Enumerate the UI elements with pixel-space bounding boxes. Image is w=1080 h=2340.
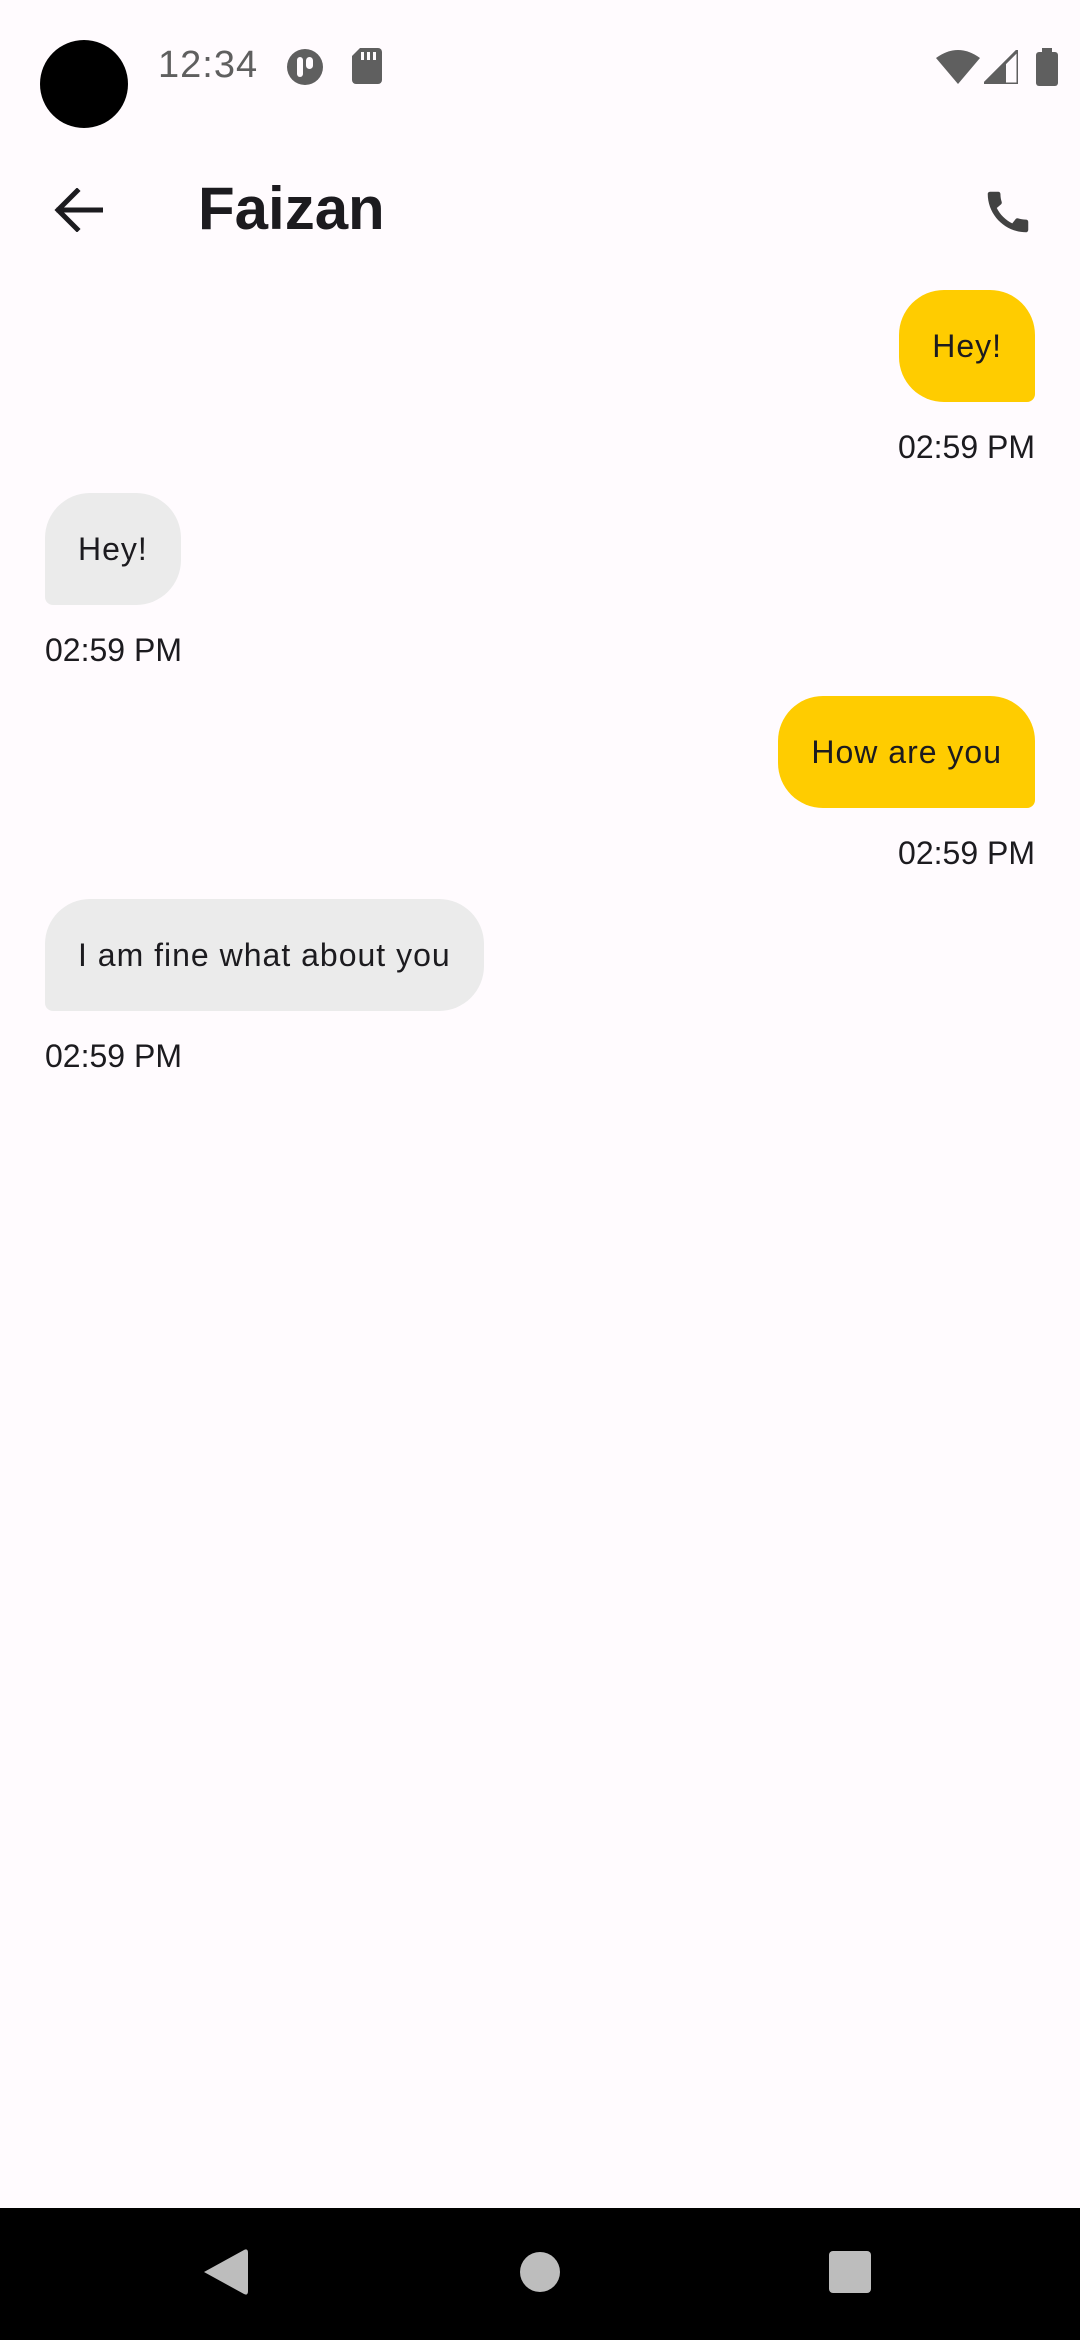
- app-bar: Faizan: [0, 140, 1080, 280]
- back-button[interactable]: [36, 170, 120, 254]
- status-time: 12:34: [158, 44, 259, 86]
- message-time: 02:59 PM: [45, 1038, 182, 1074]
- call-button[interactable]: [966, 172, 1050, 256]
- message-received: I am fine what about you 02:59 PM: [0, 899, 1080, 1102]
- status-bar: 12:34: [0, 0, 1080, 140]
- message-time: 02:59 PM: [898, 429, 1035, 465]
- message-bubble[interactable]: Hey!: [899, 290, 1035, 402]
- phone-icon: [981, 185, 1035, 244]
- camera-cutout: [40, 40, 128, 128]
- page-title: Faizan: [198, 175, 385, 242]
- cell-signal-icon: [980, 46, 1020, 89]
- arrow-back-icon: [53, 186, 104, 237]
- message-sent: Hey! 02:59 PM: [0, 290, 1080, 493]
- sd-card-icon: [352, 48, 382, 89]
- message-bubble[interactable]: I am fine what about you: [45, 899, 484, 1011]
- nav-recents-icon: [829, 2250, 871, 2298]
- battery-icon: [1036, 48, 1058, 91]
- message-bubble[interactable]: How are you: [778, 696, 1035, 808]
- nav-home-icon: [519, 2251, 561, 2298]
- media-icon: [286, 48, 324, 91]
- message-time: 02:59 PM: [45, 632, 182, 668]
- nav-home-button[interactable]: [474, 2208, 606, 2340]
- message-sent: How are you 02:59 PM: [0, 696, 1080, 899]
- nav-recents-button[interactable]: [784, 2208, 916, 2340]
- message-received: Hey! 02:59 PM: [0, 493, 1080, 696]
- system-nav-bar: [0, 2208, 1080, 2340]
- message-list: Hey! 02:59 PM Hey! 02:59 PM How are you …: [0, 290, 1080, 1102]
- nav-back-button[interactable]: [160, 2208, 292, 2340]
- wifi-icon: [936, 50, 980, 89]
- nav-back-icon: [204, 2248, 248, 2301]
- message-bubble[interactable]: Hey!: [45, 493, 181, 605]
- message-time: 02:59 PM: [898, 835, 1035, 871]
